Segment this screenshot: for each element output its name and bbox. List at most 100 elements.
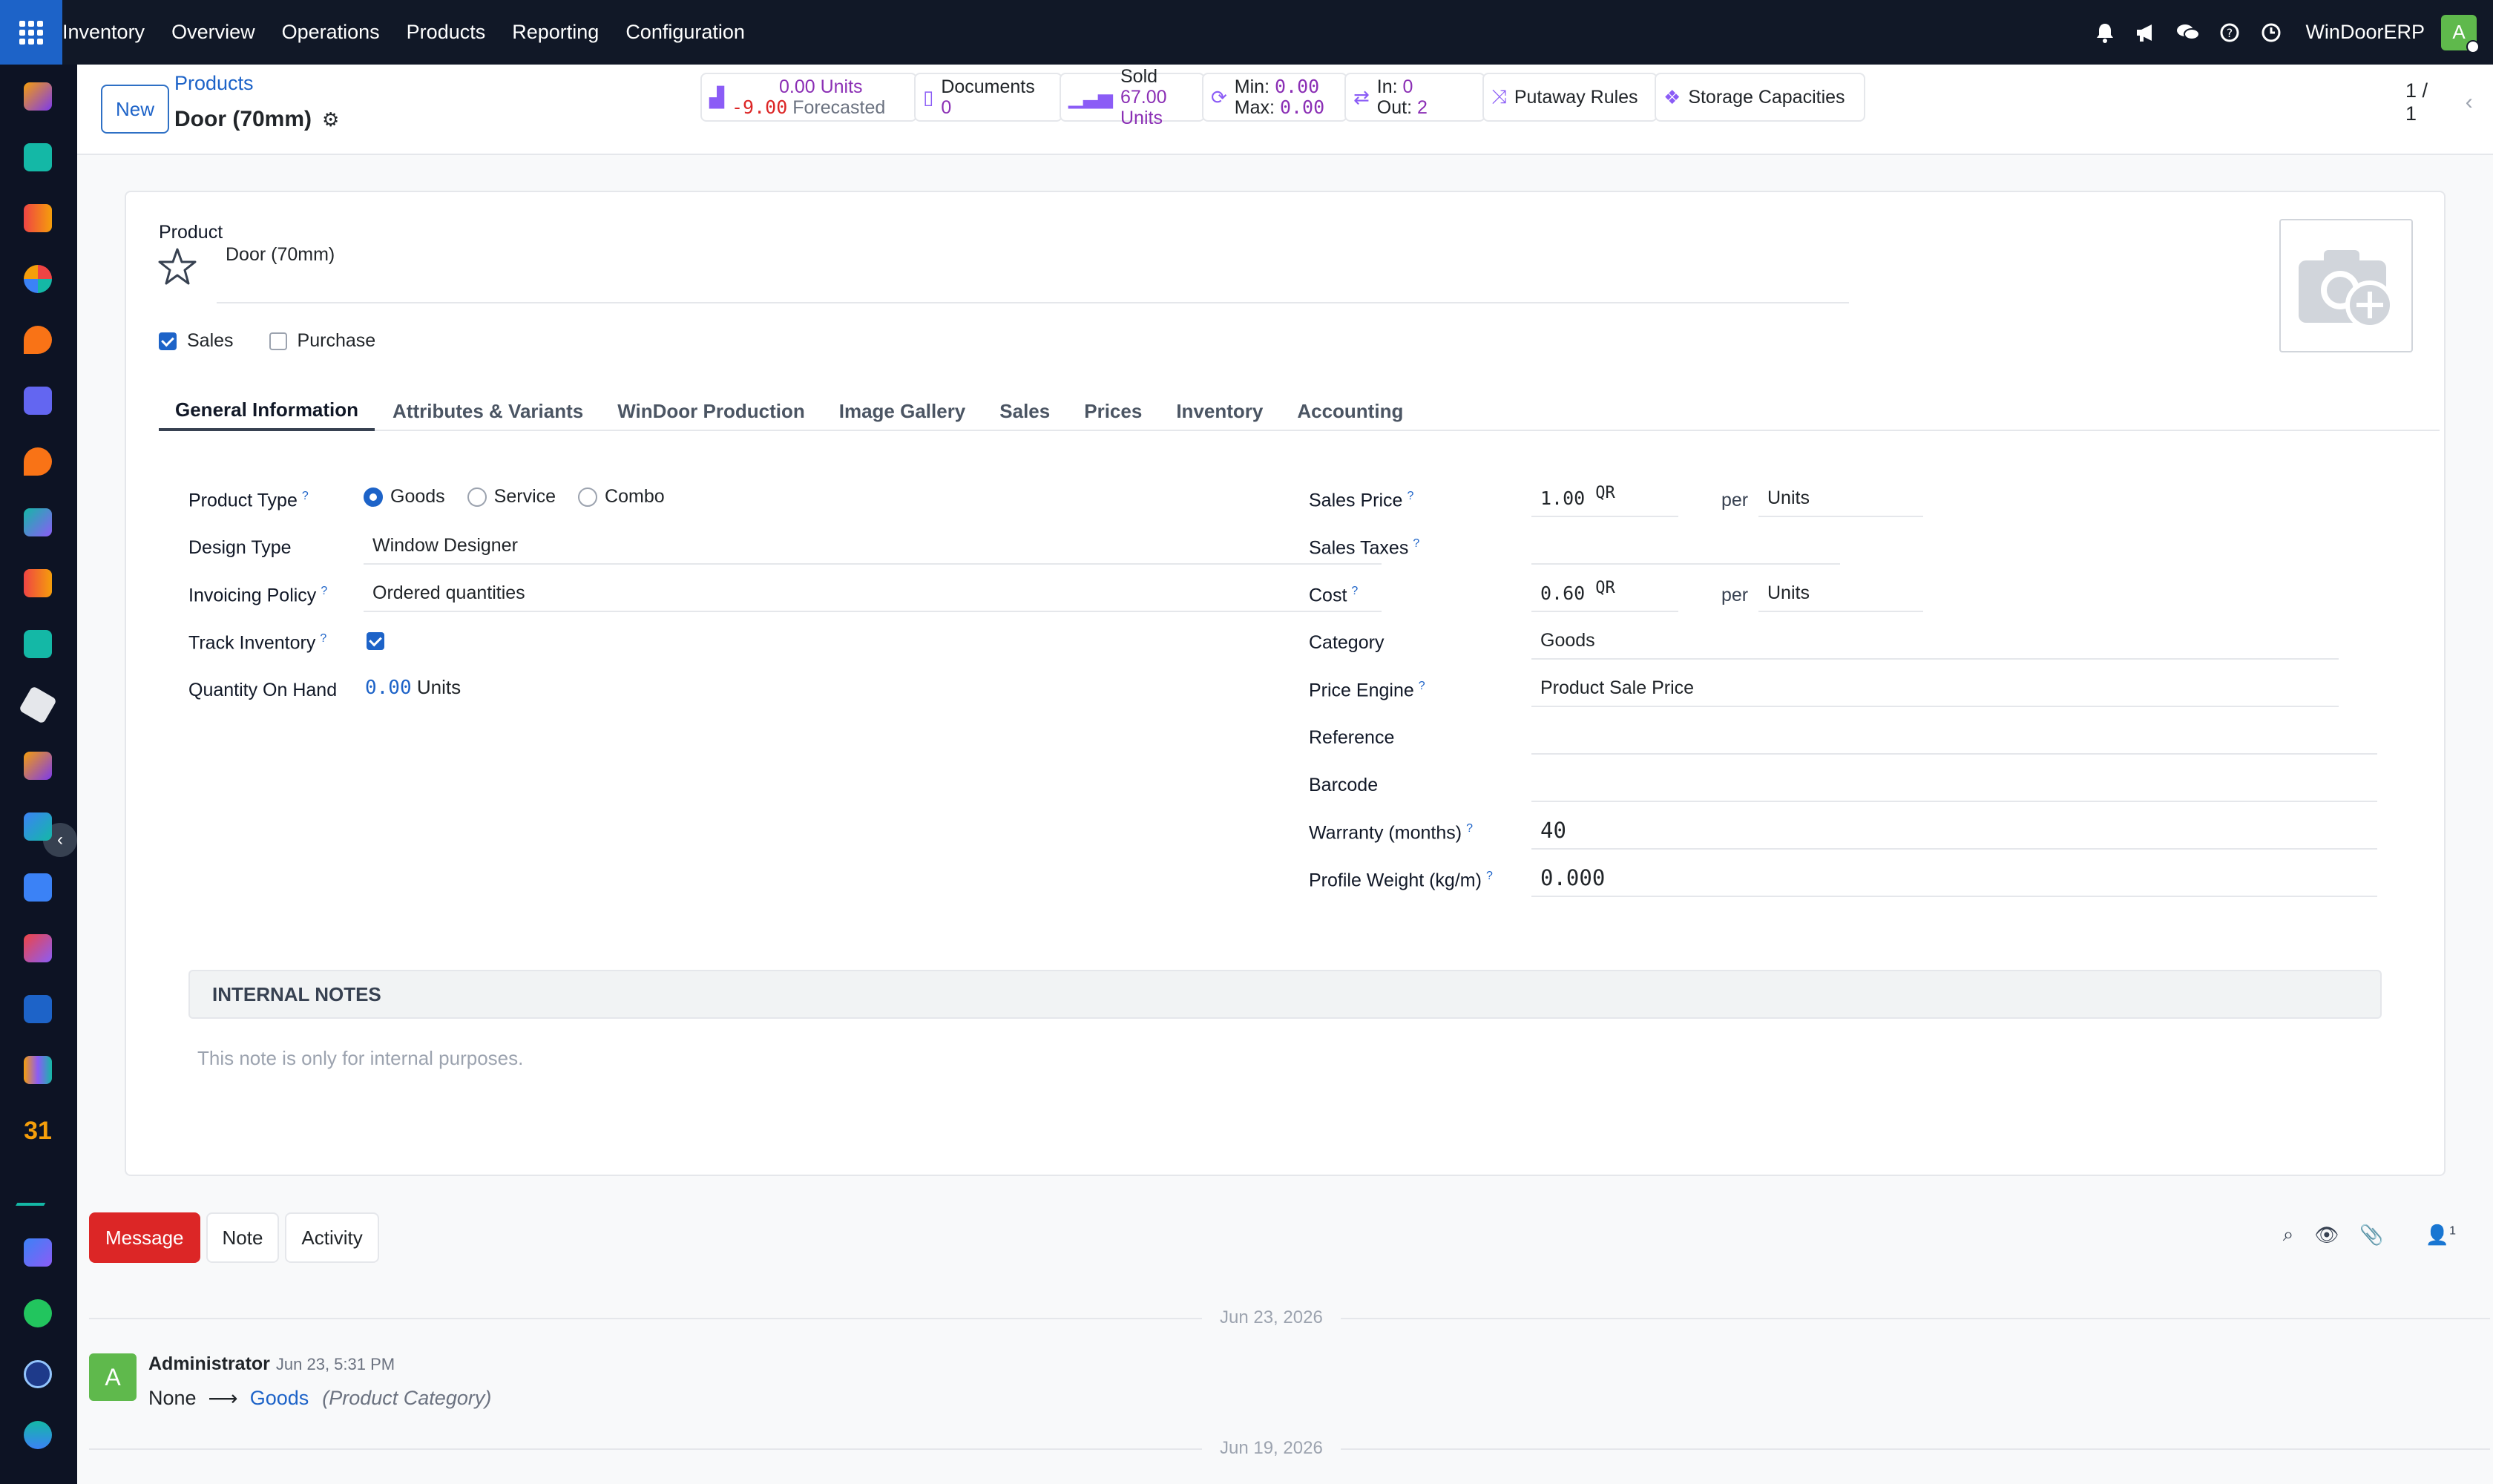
app-icon-14[interactable] (24, 873, 52, 902)
send-message-button[interactable]: Message (89, 1212, 200, 1263)
smart-button-putaway[interactable]: ⤨ Putaway Rules (1482, 73, 1658, 122)
app-icon-6[interactable] (24, 387, 52, 415)
product-image-upload[interactable] (2279, 219, 2413, 352)
app-icon-10[interactable] (24, 630, 52, 658)
pager-prev-button[interactable]: ‹ (2451, 79, 2487, 125)
app-icon-23[interactable] (24, 1421, 52, 1449)
help-tooltip-icon[interactable]: ? (1413, 537, 1419, 550)
radio-service[interactable] (467, 487, 487, 507)
message-author-avatar[interactable]: A (89, 1353, 137, 1401)
app-icon-2[interactable] (24, 143, 52, 171)
sales-price-uom[interactable]: Units (1758, 480, 1923, 517)
help-tooltip-icon[interactable]: ? (1407, 490, 1413, 502)
log-note-button[interactable]: Note (206, 1212, 280, 1263)
megaphone-icon[interactable] (2132, 18, 2161, 47)
sales-taxes-input[interactable] (1531, 528, 1840, 565)
help-tooltip-icon[interactable]: ? (1486, 870, 1493, 882)
radio-combo[interactable] (578, 487, 598, 507)
reference-input[interactable] (1531, 718, 2377, 755)
app-icon-13[interactable] (24, 812, 52, 841)
warranty-input[interactable]: 40 (1531, 812, 2377, 850)
product-name-input[interactable]: Door (70mm) (217, 241, 1849, 303)
eye-icon[interactable]: 👁 (2314, 1224, 2339, 1247)
bell-icon[interactable] (2090, 18, 2120, 47)
cost-value: 0.60 (1540, 582, 1586, 604)
app-grid-button[interactable] (0, 0, 62, 65)
profile-weight-input[interactable]: 0.000 (1531, 860, 2377, 897)
menu-reporting[interactable]: Reporting (512, 21, 599, 44)
app-icon-19[interactable] (16, 1178, 60, 1206)
whatsapp-icon[interactable] (24, 1299, 52, 1327)
tab-accounting[interactable]: Accounting (1281, 391, 1419, 431)
app-icon-9[interactable] (24, 569, 52, 597)
app-icon-20[interactable] (24, 1238, 52, 1267)
app-icon-16[interactable] (24, 995, 52, 1023)
tab-attributes-variants[interactable]: Attributes & Variants (376, 391, 600, 431)
help-tooltip-icon[interactable]: ? (1466, 822, 1473, 835)
smart-button-inout[interactable]: ⇄ In: 0 Out: 2 (1344, 73, 1485, 122)
calendar-icon[interactable]: 31 (24, 1117, 52, 1145)
price-engine-select[interactable]: Product Sale Price (1531, 670, 2339, 707)
app-icon-5[interactable] (24, 326, 52, 354)
tab-prices[interactable]: Prices (1068, 391, 1158, 431)
help-tooltip-icon[interactable]: ? (320, 632, 326, 645)
smart-button-documents[interactable]: ▯ Documents 0 (914, 73, 1062, 122)
activity-button[interactable]: Activity (285, 1212, 379, 1263)
category-select[interactable]: Goods (1531, 623, 2339, 660)
smart-button-storage[interactable]: ❖ Storage Capacities (1655, 73, 1865, 122)
quantity-on-hand-value[interactable]: 0.00 Units (365, 676, 461, 699)
pager-value[interactable]: 1 / 1 (2405, 79, 2436, 125)
app-icon-11[interactable] (19, 686, 57, 724)
app-icon-22[interactable] (24, 1360, 52, 1388)
paperclip-icon[interactable]: 📎 (2359, 1224, 2383, 1247)
help-tooltip-icon[interactable]: ? (321, 585, 327, 597)
radio-goods[interactable] (364, 487, 383, 507)
invoicing-policy-select[interactable]: Ordered quantities (364, 575, 1382, 612)
help-tooltip-icon[interactable]: ? (1419, 680, 1425, 692)
tab-windoor-production[interactable]: WinDoor Production (601, 391, 821, 431)
chat-icon[interactable] (2173, 18, 2203, 47)
app-icon-12[interactable] (24, 752, 52, 780)
design-type-select[interactable]: Window Designer (364, 528, 1382, 565)
cost-input[interactable]: 0.60 QR (1531, 575, 1678, 612)
smart-button-sold[interactable]: ▁▃▅ Sold 67.00 Units (1060, 66, 1205, 128)
internal-notes-editor[interactable]: This note is only for internal purposes. (197, 1047, 523, 1070)
app-icon-4[interactable] (24, 265, 52, 293)
smart-button-onhand[interactable]: ▟ 0.00 Units -9.00 Forecasted (700, 73, 917, 122)
app-icon-17[interactable] (24, 1056, 52, 1084)
tab-general-information[interactable]: General Information (159, 391, 375, 431)
menu-products[interactable]: Products (407, 21, 486, 44)
app-icon-15[interactable] (24, 934, 52, 962)
help-tooltip-icon[interactable]: ? (302, 490, 309, 502)
message-author[interactable]: Administrator (148, 1353, 270, 1374)
barcode-input[interactable] (1531, 765, 2377, 802)
menu-inventory[interactable]: Inventory (62, 21, 145, 44)
followers-button[interactable]: 👤1 (2405, 1224, 2456, 1247)
new-button[interactable]: New (101, 85, 169, 134)
tab-inventory[interactable]: Inventory (1160, 391, 1279, 431)
user-avatar[interactable]: A (2441, 14, 2480, 53)
sales-checkbox[interactable] (159, 332, 177, 350)
clock-icon[interactable] (2256, 18, 2286, 47)
track-inventory-checkbox[interactable] (367, 628, 384, 651)
search-icon[interactable]: ⌕ (2283, 1223, 2294, 1247)
tab-sales[interactable]: Sales (983, 391, 1066, 431)
star-icon[interactable] (157, 247, 197, 291)
sales-price-input[interactable]: 1.00 QR (1531, 480, 1678, 517)
gear-icon[interactable]: ⚙ (322, 108, 339, 131)
app-icon-8[interactable] (24, 508, 52, 536)
help-icon[interactable]: ? (2215, 18, 2244, 47)
cost-uom[interactable]: Units (1758, 575, 1923, 612)
app-icon-1[interactable] (24, 82, 52, 111)
app-icon-3[interactable] (24, 204, 52, 232)
purchase-checkbox[interactable] (269, 332, 287, 350)
tab-image-gallery[interactable]: Image Gallery (823, 391, 982, 431)
menu-overview[interactable]: Overview (171, 21, 255, 44)
smart-button-minmax[interactable]: ⟳ Min: 0.00 Max: 0.00 (1202, 73, 1347, 122)
menu-configuration[interactable]: Configuration (625, 21, 745, 44)
app-icon-7[interactable] (24, 447, 52, 476)
help-tooltip-icon[interactable]: ? (1351, 585, 1358, 597)
company-switcher[interactable]: WinDoorERP (2305, 21, 2425, 44)
breadcrumb-products[interactable]: Products (174, 72, 254, 95)
menu-operations[interactable]: Operations (282, 21, 380, 44)
